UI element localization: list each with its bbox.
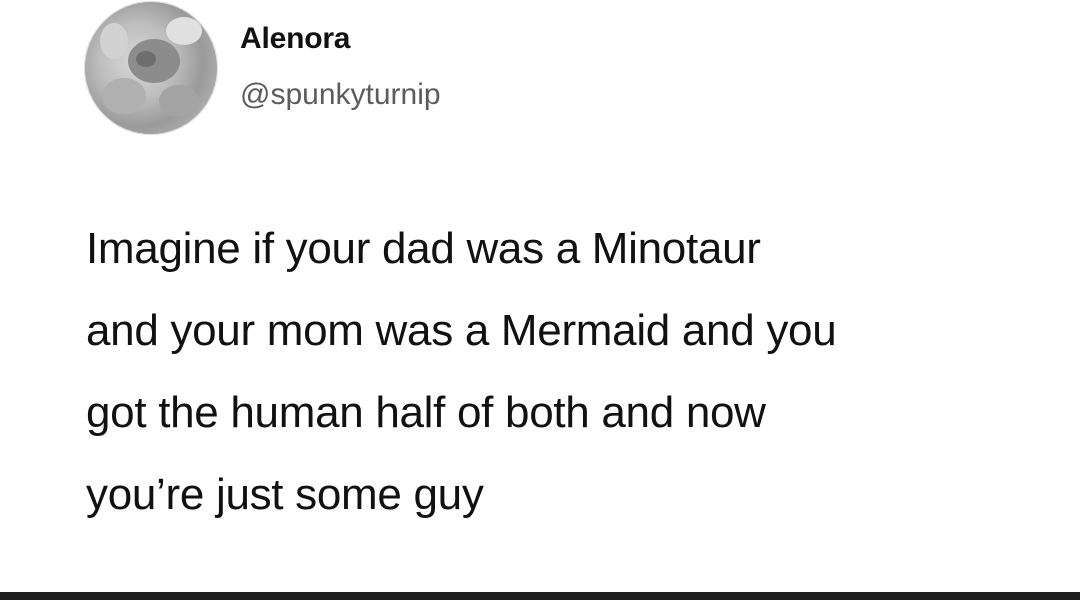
tweet-text: Imagine if your dad was a Minotaur and y…: [86, 208, 1046, 536]
bottom-divider-bar: [0, 592, 1080, 600]
tweet-text-line: and your mom was a Mermaid and you: [86, 306, 837, 355]
tweet-text-line: you’re just some guy: [86, 470, 484, 519]
tweet-card: Alenora @spunkyturnip Imagine if your da…: [0, 0, 1080, 592]
user-handle[interactable]: @spunkyturnip: [240, 78, 441, 112]
avatar-image-icon: [100, 17, 202, 117]
avatar[interactable]: [84, 1, 218, 135]
tweet-text-line: Imagine if your dad was a Minotaur: [86, 224, 761, 273]
tweet-text-line: got the human half of both and now: [86, 388, 766, 437]
display-name[interactable]: Alenora: [240, 22, 350, 56]
